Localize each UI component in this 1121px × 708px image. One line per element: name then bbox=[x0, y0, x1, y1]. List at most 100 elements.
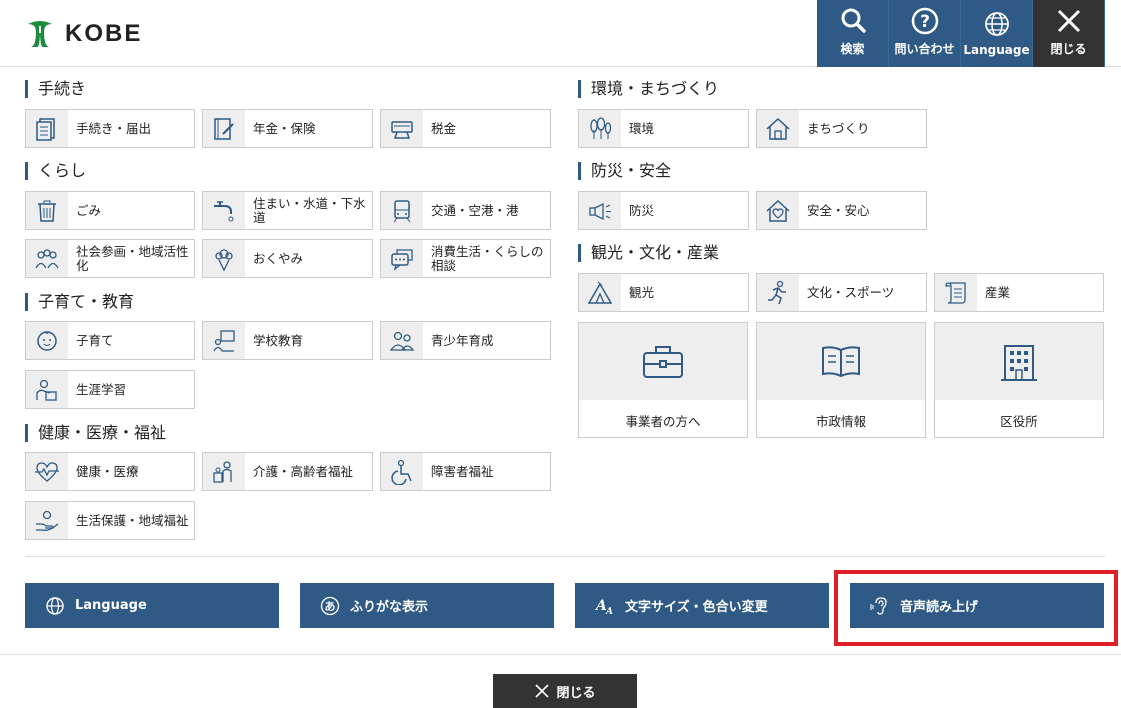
running-person-icon bbox=[768, 280, 786, 304]
search-icon bbox=[841, 8, 866, 33]
tile-label: 環境 bbox=[629, 120, 655, 136]
tile-label: 障害者福祉 bbox=[431, 463, 494, 479]
tile-label: 消費生活・くらしの相談 bbox=[431, 243, 544, 273]
tile-lifelong-learning[interactable]: 生涯学習 bbox=[25, 370, 195, 409]
inquiry-button[interactable]: ? 問い合わせ bbox=[889, 0, 961, 67]
scroll-icon bbox=[945, 281, 966, 304]
tile-tax[interactable]: 税金 bbox=[380, 109, 551, 148]
tile-label: まちづくり bbox=[807, 120, 870, 136]
svg-text:A: A bbox=[605, 607, 613, 616]
tile-tourism[interactable]: 観光 bbox=[578, 273, 749, 312]
tile-transport[interactable]: 交通・空港・港 bbox=[380, 191, 551, 230]
register-icon bbox=[391, 120, 413, 139]
tile-label: 手続き・届出 bbox=[76, 120, 152, 136]
svg-text:?: ? bbox=[920, 12, 930, 32]
faucet-icon bbox=[214, 200, 234, 221]
tile-consumer-life[interactable]: 消費生活・くらしの相談 bbox=[380, 239, 551, 278]
tile-environment[interactable]: 環境 bbox=[578, 109, 749, 148]
tile-label: ごみ bbox=[76, 202, 102, 218]
kobe-logo[interactable]: KOBE bbox=[25, 20, 142, 48]
office-building-icon bbox=[1001, 344, 1037, 381]
kobe-emblem-icon bbox=[28, 21, 52, 47]
tile-elderly-care[interactable]: 介護・高齢者福祉 bbox=[202, 452, 373, 491]
close-header-button-label: 閉じる bbox=[1050, 42, 1087, 56]
tile-label: 生涯学習 bbox=[76, 381, 127, 397]
house-icon bbox=[766, 117, 790, 140]
youth-icon bbox=[389, 331, 415, 351]
close-menu-button[interactable]: 閉じる bbox=[493, 674, 637, 708]
bigtile-ward-office[interactable]: 区役所 bbox=[934, 322, 1104, 438]
language-button-label: Language bbox=[75, 598, 147, 613]
reading-person-icon bbox=[36, 379, 57, 401]
tile-garbage[interactable]: ごみ bbox=[25, 191, 195, 230]
text-size-color-button[interactable]: AA 文字サイズ・色合い変更 bbox=[575, 583, 829, 628]
search-button-label: 検索 bbox=[840, 42, 865, 56]
font-size-icon: AA bbox=[595, 598, 613, 616]
tile-industry[interactable]: 産業 bbox=[934, 273, 1104, 312]
tile-label: 交通・空港・港 bbox=[431, 202, 519, 218]
furigana-button[interactable]: あ ふりがな表示 bbox=[300, 583, 554, 628]
hiragana-icon: あ bbox=[320, 596, 340, 615]
tile-label: 住まい・水道・下水道 bbox=[253, 195, 366, 225]
open-book-icon bbox=[822, 345, 860, 377]
bigtile-city-info[interactable]: 市政情報 bbox=[756, 322, 926, 438]
tile-pension-insurance[interactable]: 年金・保険 bbox=[202, 109, 373, 148]
section-title-living: くらし bbox=[25, 162, 86, 180]
inquiry-button-label: 問い合わせ bbox=[894, 42, 955, 56]
tile-label: 生活保護・地域福祉 bbox=[76, 512, 189, 528]
tile-disability-welfare[interactable]: 障害者福祉 bbox=[380, 452, 551, 491]
tile-culture-sports[interactable]: 文化・スポーツ bbox=[756, 273, 927, 312]
trees-icon bbox=[590, 116, 612, 139]
bigtile-label: 事業者の方へ bbox=[625, 414, 701, 429]
tile-childcare[interactable]: 子育て bbox=[25, 321, 195, 360]
notebook-pen-icon bbox=[214, 117, 234, 140]
logo-text: KOBE bbox=[65, 20, 143, 47]
tile-label: 社会参画・地域活性化 bbox=[76, 243, 189, 273]
tile-label: 税金 bbox=[431, 120, 457, 136]
tile-city-planning[interactable]: まちづくり bbox=[756, 109, 927, 148]
bigtile-label: 市政情報 bbox=[815, 414, 866, 429]
tile-label: 文化・スポーツ bbox=[807, 284, 895, 300]
tile-procedures[interactable]: 手続き・届出 bbox=[25, 109, 195, 148]
header: KOBE 検索 ? 問い合わせ Language 閉じる bbox=[0, 0, 1121, 67]
tile-community[interactable]: 社会参画・地域活性化 bbox=[25, 239, 195, 278]
hand-care-icon bbox=[36, 510, 59, 531]
baby-face-icon bbox=[37, 330, 57, 351]
tile-label: 健康・医療 bbox=[76, 463, 139, 479]
tile-label: 介護・高齢者福祉 bbox=[253, 463, 354, 479]
section-title-childcare-education: 子育て・教育 bbox=[25, 293, 134, 311]
highlight-box bbox=[834, 570, 1118, 646]
close-menu-button-label: 閉じる bbox=[556, 685, 596, 701]
caregiver-icon bbox=[213, 460, 232, 483]
toolbox-icon bbox=[643, 345, 683, 378]
tile-health-medical[interactable]: 健康・医療 bbox=[25, 452, 195, 491]
tile-youth[interactable]: 青少年育成 bbox=[380, 321, 551, 360]
close-header-button[interactable]: 閉じる bbox=[1033, 0, 1105, 67]
question-icon: ? bbox=[911, 7, 938, 35]
tile-label: 年金・保険 bbox=[253, 120, 316, 136]
section-title-procedures: 手続き bbox=[25, 80, 86, 98]
bigtile-for-businesses[interactable]: 事業者の方へ bbox=[578, 322, 748, 438]
text-size-color-button-label: 文字サイズ・色合い変更 bbox=[625, 600, 768, 615]
tile-school-education[interactable]: 学校教育 bbox=[202, 321, 373, 360]
people-group-icon bbox=[35, 248, 59, 268]
globe-icon bbox=[984, 12, 1009, 36]
tile-safety[interactable]: 安全・安心 bbox=[756, 191, 927, 230]
train-icon bbox=[393, 199, 411, 222]
search-button[interactable]: 検索 bbox=[817, 0, 889, 67]
tile-public-assistance[interactable]: 生活保護・地域福祉 bbox=[25, 501, 195, 540]
megaphone-icon bbox=[589, 202, 611, 220]
tile-label: おくやみ bbox=[253, 250, 304, 266]
section-title-health-welfare: 健康・医療・福祉 bbox=[25, 424, 166, 442]
tile-disaster-prevention[interactable]: 防災 bbox=[578, 191, 749, 230]
tile-housing-water[interactable]: 住まい・水道・下水道 bbox=[202, 191, 373, 230]
bigtile-label: 区役所 bbox=[1000, 414, 1038, 429]
footer-divider bbox=[0, 654, 1121, 655]
chat-bubbles-icon bbox=[391, 248, 413, 271]
tile-condolence[interactable]: おくやみ bbox=[202, 239, 373, 278]
language-button[interactable]: Language bbox=[25, 583, 279, 628]
language-header-button[interactable]: Language bbox=[961, 0, 1033, 67]
tile-label: 防災 bbox=[629, 202, 655, 218]
tile-label: 安全・安心 bbox=[807, 202, 870, 218]
tile-label: 観光 bbox=[629, 284, 655, 300]
